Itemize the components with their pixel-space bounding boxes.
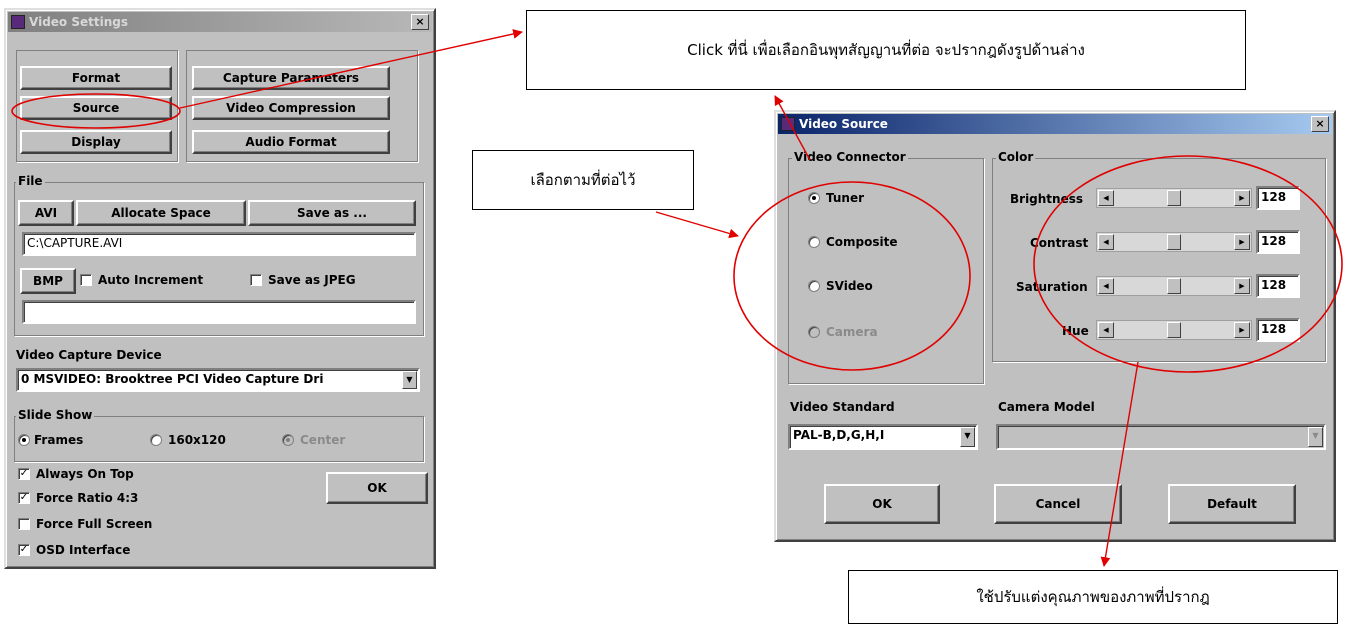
arrow-to-connector	[655, 211, 739, 239]
color-highlight-ellipse	[1033, 155, 1343, 373]
arrow-to-video-source	[774, 95, 811, 161]
source-highlight-ellipse	[11, 93, 181, 129]
arrow-to-bottom-callout	[1100, 361, 1139, 567]
arrow-to-top-callout	[179, 29, 523, 109]
connector-highlight-ellipse	[733, 181, 971, 371]
annotation-overlay	[11, 29, 1343, 567]
